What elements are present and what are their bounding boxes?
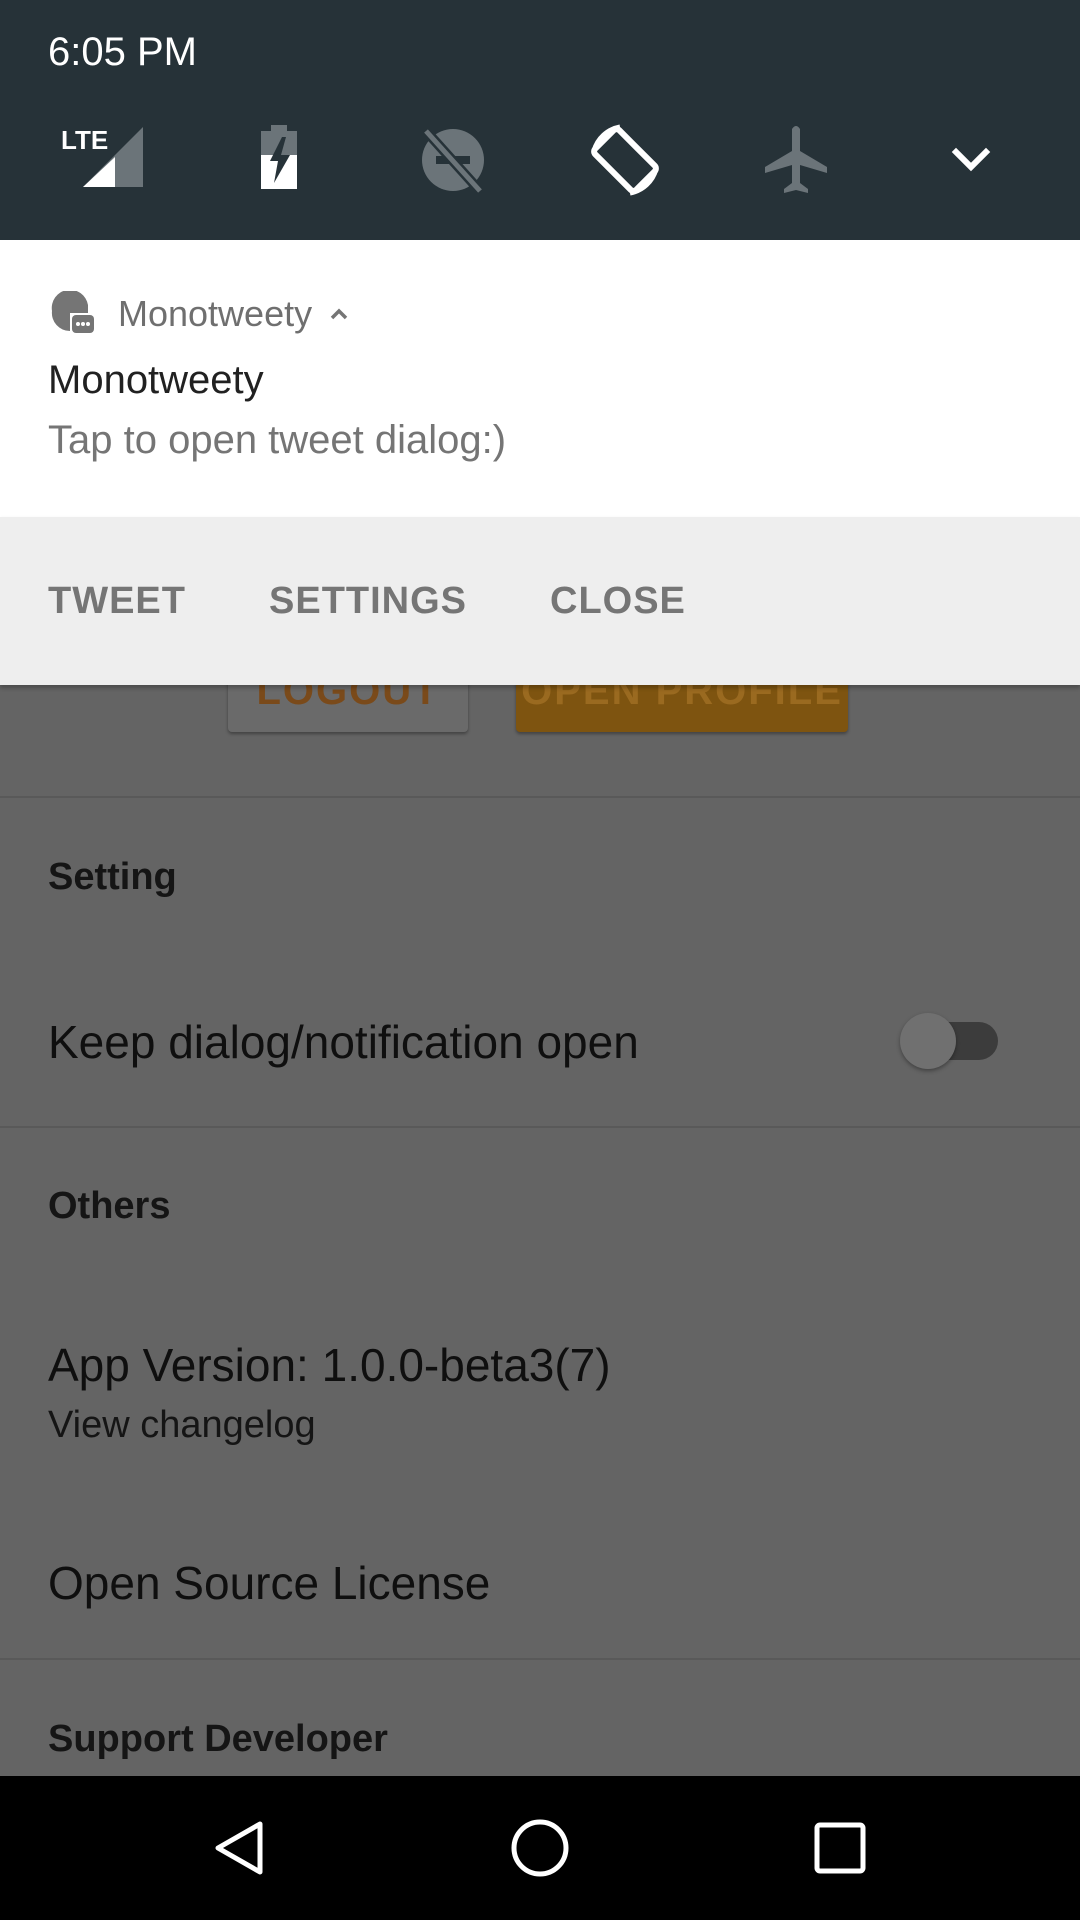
back-button[interactable]: [190, 1798, 290, 1898]
app-version-title[interactable]: App Version: 1.0.0-beta3(7): [48, 1338, 611, 1392]
battery-charging-icon: [261, 125, 297, 189]
lte-signal-icon: LTE: [61, 125, 143, 187]
lte-signal-tile[interactable]: LTE: [55, 115, 145, 205]
recents-button[interactable]: [790, 1798, 890, 1898]
auto-rotate-tile[interactable]: [580, 115, 670, 205]
open-source-license-item[interactable]: Open Source License: [48, 1556, 490, 1610]
divider: [0, 796, 1080, 798]
notification-card[interactable]: Monotweety Monotweety Tap to open tweet …: [0, 240, 1080, 685]
home-icon: [511, 1819, 569, 1877]
expand-tile[interactable]: [926, 115, 1016, 205]
keep-open-toggle[interactable]: [900, 1013, 1000, 1069]
navigation-bar: [0, 1776, 1080, 1920]
section-header-setting: Setting: [48, 856, 177, 898]
notification-title: Monotweety: [48, 358, 264, 402]
app-notification-icon: [51, 291, 94, 333]
recents-icon: [814, 1822, 866, 1874]
quick-settings-panel: 6:05 PM LTE: [0, 0, 1080, 240]
notification-text: Tap to open tweet dialog:): [48, 418, 507, 462]
close-action-button[interactable]: CLOSE: [550, 517, 686, 685]
back-icon: [215, 1821, 263, 1875]
section-header-others: Others: [48, 1185, 171, 1227]
notification-actions: TWEET SETTINGS CLOSE: [0, 517, 1080, 685]
do-not-disturb-off-icon: [422, 127, 484, 195]
settings-action-button[interactable]: SETTINGS: [269, 517, 467, 685]
view-changelog-summary: View changelog: [48, 1404, 316, 1446]
toggle-thumb: [900, 1013, 956, 1069]
dnd-tile[interactable]: [408, 115, 498, 205]
divider: [0, 1126, 1080, 1128]
divider: [0, 1658, 1080, 1660]
notification-header: Monotweety: [48, 288, 354, 340]
status-clock: 6:05 PM: [48, 30, 197, 74]
airplane-mode-icon: [765, 126, 827, 193]
chevron-up-icon[interactable]: [324, 299, 354, 329]
home-button[interactable]: [490, 1798, 590, 1898]
expand-chevron-icon: [951, 147, 991, 172]
keep-open-pref-title[interactable]: Keep dialog/notification open: [48, 1015, 639, 1069]
battery-tile[interactable]: [234, 115, 324, 205]
tweet-action-button[interactable]: TWEET: [48, 517, 186, 685]
airplane-mode-tile[interactable]: [751, 115, 841, 205]
lte-label: LTE: [61, 125, 108, 155]
auto-rotate-icon: [591, 124, 659, 196]
section-header-support: Support Developer: [48, 1718, 388, 1760]
notification-app-name: Monotweety: [118, 293, 313, 334]
